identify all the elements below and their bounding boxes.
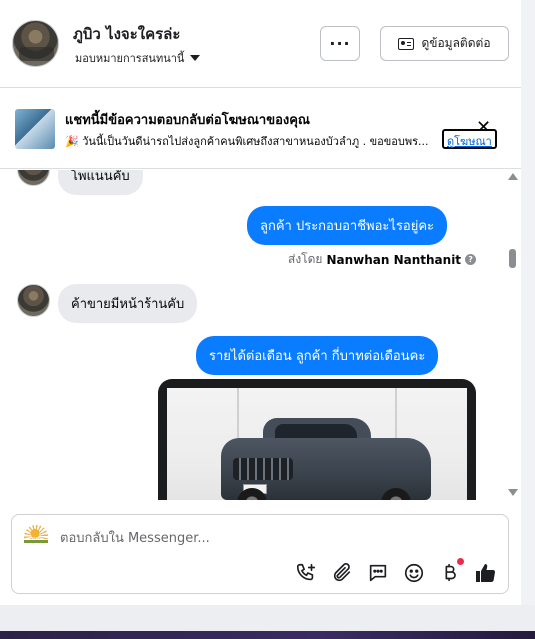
reply-composer: [11, 514, 509, 594]
sender-avatar: [17, 284, 50, 317]
scrollbar-thumb[interactable]: [509, 249, 516, 268]
outgoing-message[interactable]: รายได้ต่อเดือน ลูกค้า กี่บาทต่อเดือนคะ: [196, 336, 439, 375]
scroll-down-arrow-icon[interactable]: [508, 489, 518, 496]
taskbar: [0, 631, 535, 639]
sender-avatar: [17, 170, 50, 186]
sent-by-prefix: ส่งโดย: [288, 252, 323, 266]
thread-scrollbar[interactable]: [507, 170, 519, 500]
incoming-message[interactable]: ค้าขายมีหน้าร้านคับ: [58, 284, 198, 323]
ad-banner-text: 🎉 วันนี้เป็นวันดีน่ารถไปส่งลูกค้าคนพิเศษ…: [65, 135, 429, 148]
help-icon[interactable]: ?: [465, 254, 477, 265]
ad-reply-banner: แชทนี้มีข้อความตอบกลับต่อโฆษณาของคุณ 🎉 ว…: [0, 89, 521, 169]
saved-replies-icon[interactable]: [366, 561, 390, 585]
more-options-button[interactable]: ···: [320, 26, 360, 61]
view-ad-link[interactable]: ดูโฆษณา: [442, 129, 497, 149]
truck-grille: [233, 458, 293, 480]
like-thumbs-up-icon[interactable]: [474, 561, 498, 585]
outgoing-message[interactable]: ลูกค้า ประกอบอาชีพอะไรอยู่คะ: [247, 206, 448, 245]
assign-label: มอบหมายการสนทนานี้: [75, 52, 185, 65]
page-logo-icon: [24, 525, 48, 545]
notification-dot: [457, 558, 464, 565]
scroll-up-arrow-icon[interactable]: [508, 173, 518, 180]
shared-photo[interactable]: [158, 379, 476, 500]
page-avatar[interactable]: [12, 20, 59, 67]
conversation-header: ภูบิว ไงจะใครล่ะ มอบหมายการสนทนานี้ ··· …: [0, 0, 521, 88]
ad-thumbnail[interactable]: [15, 109, 55, 149]
caret-down-icon: [190, 55, 201, 61]
message-thread[interactable]: โพแนนคับ ลูกค้า ประกอบอาชีพอะไรอยู่คะ ส่…: [0, 170, 505, 500]
right-gutter: [521, 0, 535, 605]
page-name[interactable]: ภูบิว ไงจะใครล่ะ: [73, 22, 180, 46]
reply-input[interactable]: [60, 529, 480, 547]
id-card-icon: [398, 37, 415, 50]
view-contact-button[interactable]: ดูข้อมูลติดต่อ: [380, 26, 509, 61]
attachment-icon[interactable]: [330, 561, 354, 585]
sent-by-line: ส่งโดย Nanwhan Nanthanit ?: [288, 250, 477, 269]
emoji-icon[interactable]: [402, 561, 426, 585]
truck-photo: [167, 388, 467, 500]
ad-banner-title: แชทนี้มีข้อความตอบกลับต่อโฆษณาของคุณ: [65, 113, 310, 128]
bottom-band: [0, 605, 535, 631]
view-contact-label: ดูข้อมูลติดต่อ: [421, 36, 491, 50]
phone-add-icon[interactable]: [294, 561, 318, 585]
assign-conversation-dropdown[interactable]: มอบหมายการสนทนานี้: [75, 49, 201, 67]
sent-by-name: Nanwhan Nanthanit: [326, 252, 462, 267]
incoming-message[interactable]: โพแนนคับ: [58, 170, 143, 195]
